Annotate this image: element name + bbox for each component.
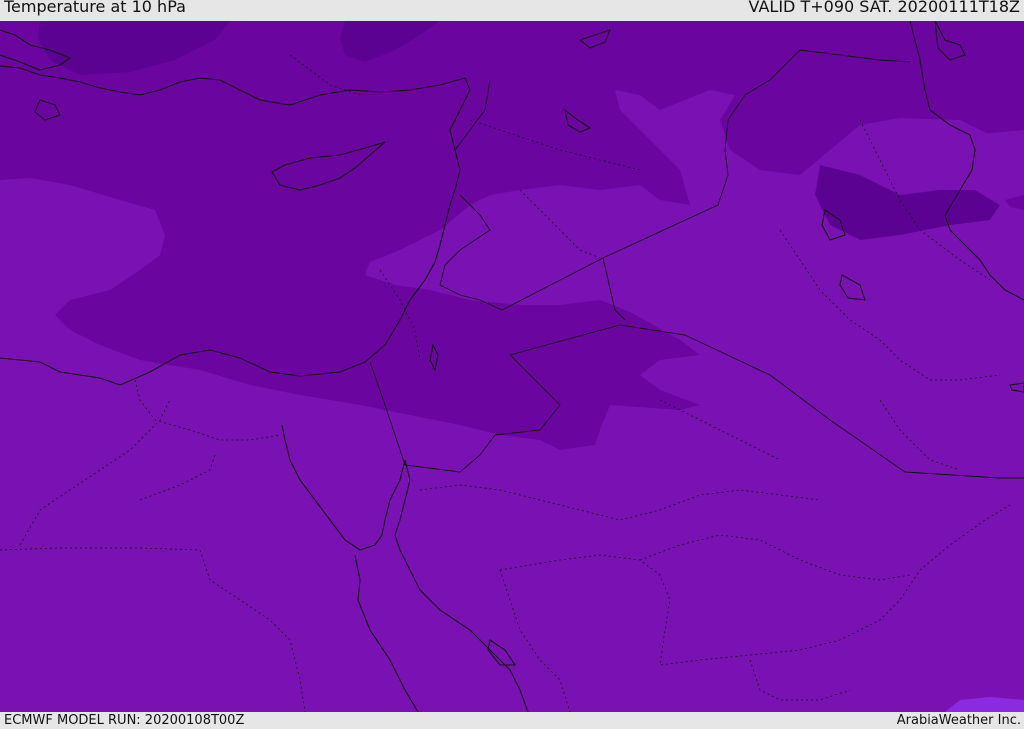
credit-label: ArabiaWeather Inc.	[896, 713, 1021, 728]
footer-bar: ECMWF MODEL RUN: 20200108T00Z ArabiaWeat…	[0, 712, 1024, 729]
map-title: Temperature at 10 hPa	[4, 0, 186, 16]
map-page: Temperature at 10 hPa VALID T+090 SAT. 2…	[0, 0, 1024, 729]
header-bar: Temperature at 10 hPa VALID T+090 SAT. 2…	[0, 0, 1024, 21]
map-svg	[0, 21, 1024, 712]
valid-time-label: VALID T+090 SAT. 20200111T18Z	[748, 0, 1020, 16]
model-run-label: ECMWF MODEL RUN: 20200108T00Z	[4, 713, 245, 728]
weather-map[interactable]	[0, 21, 1024, 712]
